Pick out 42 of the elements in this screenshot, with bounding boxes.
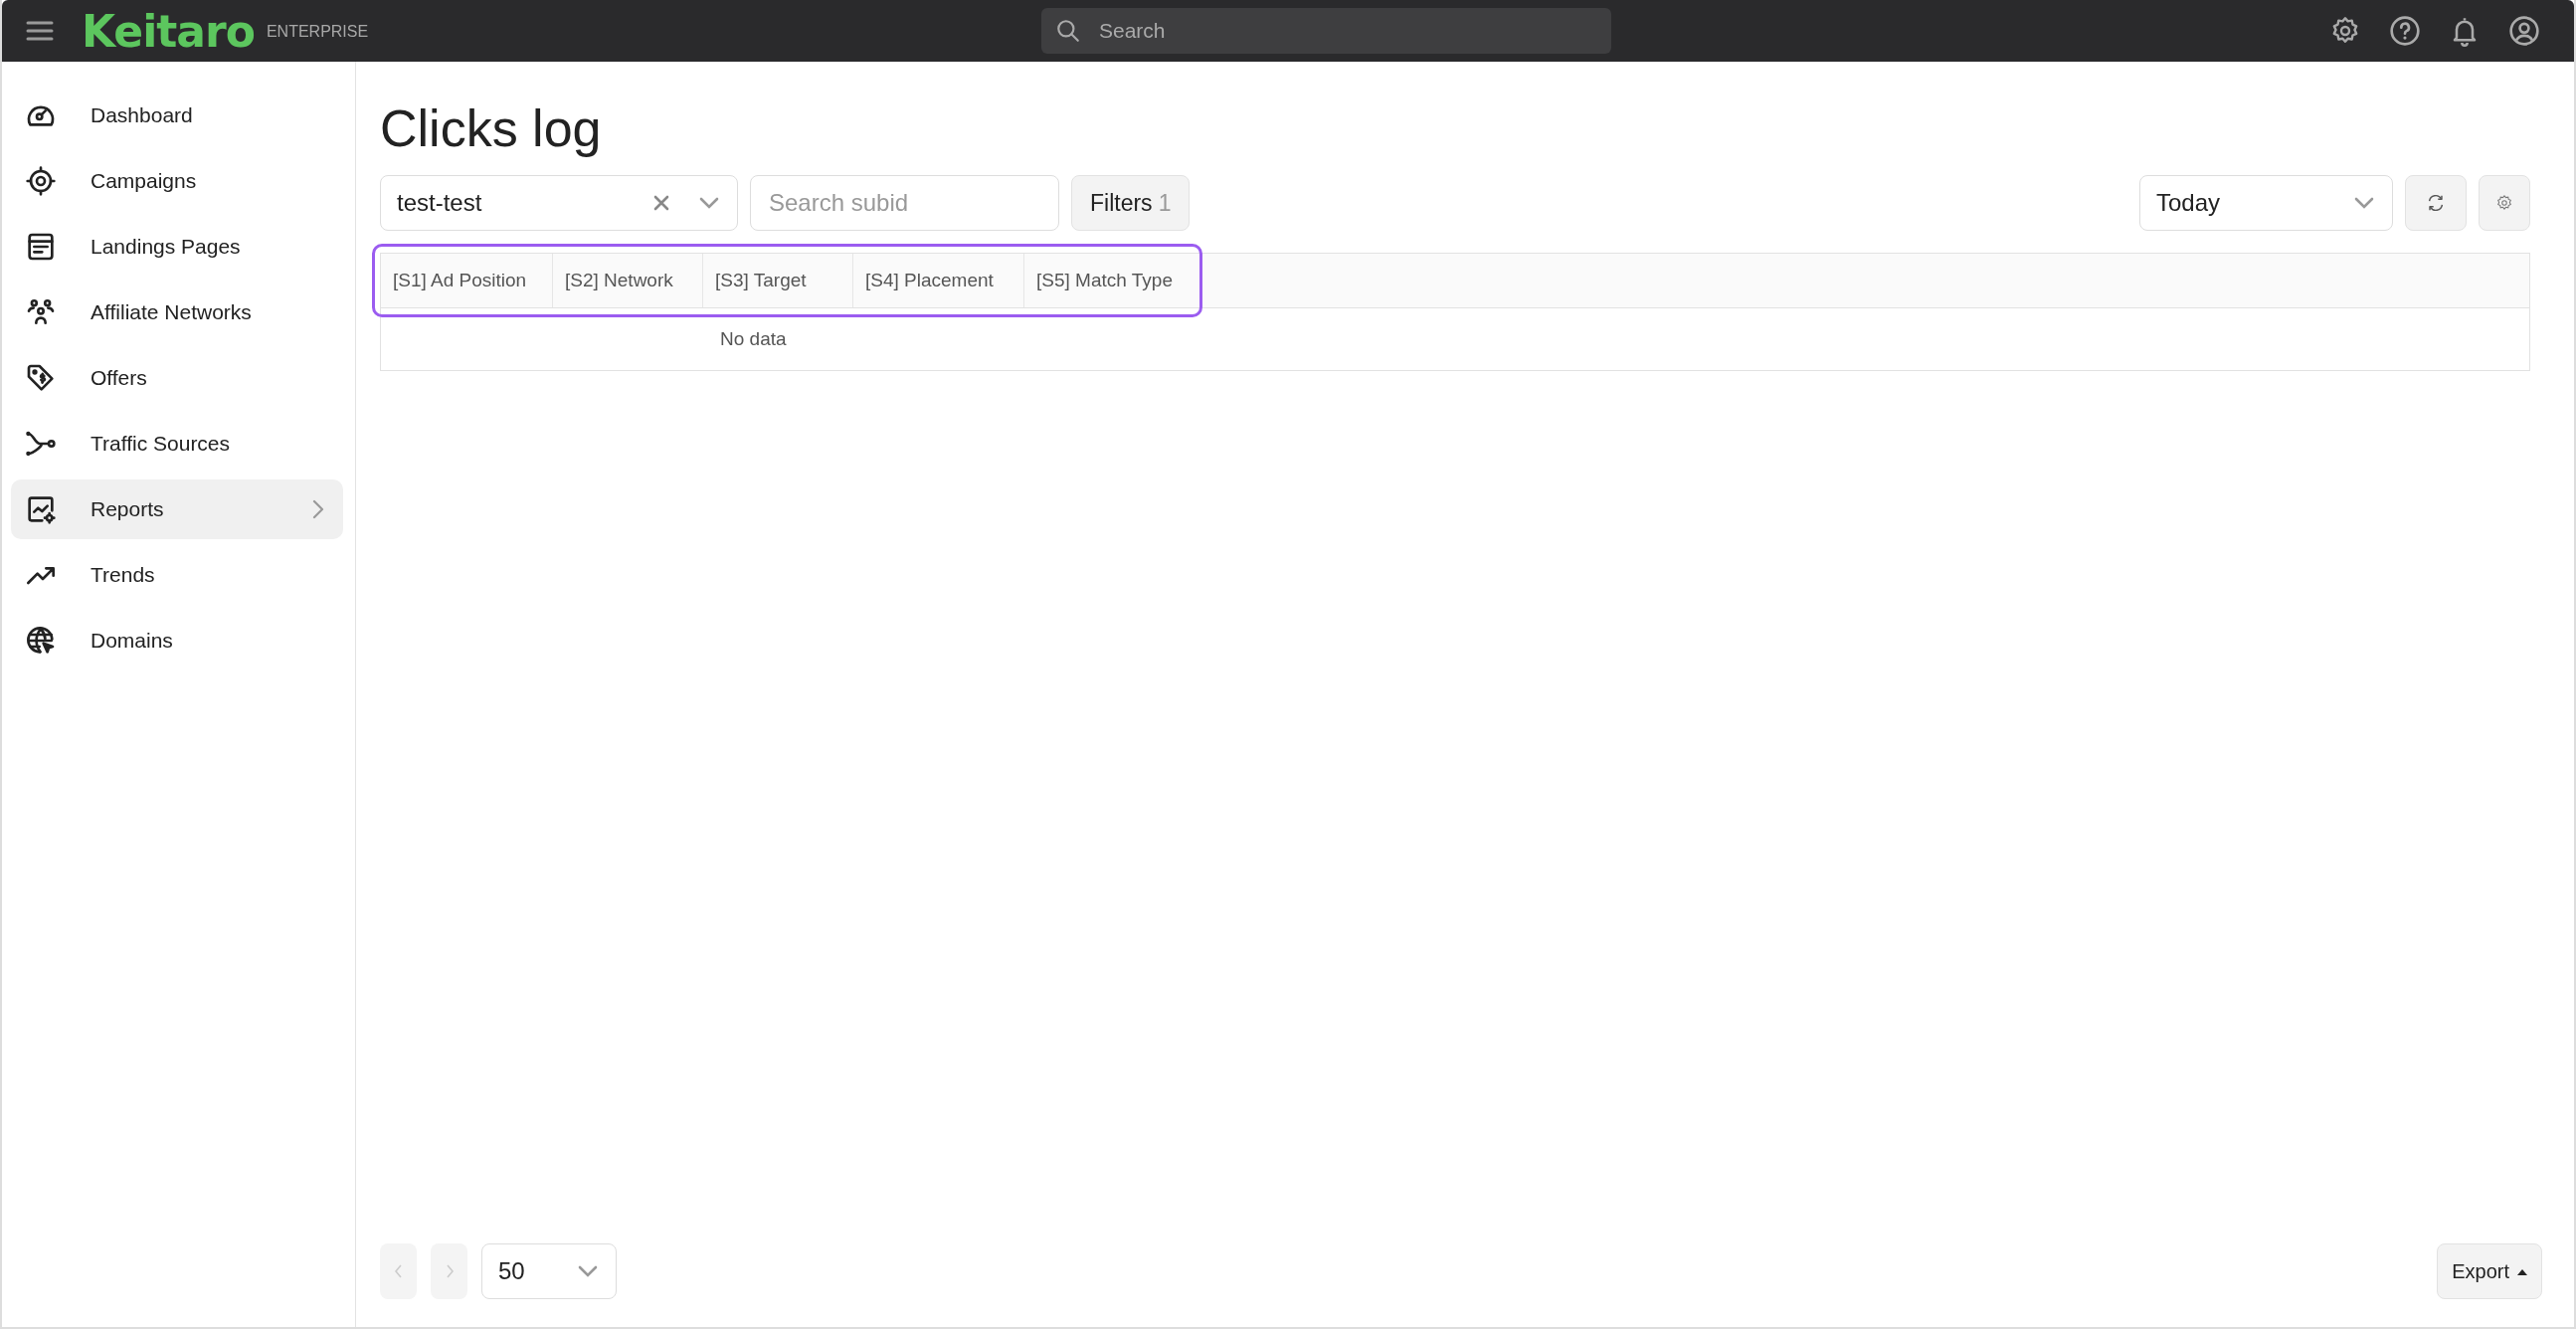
- chevron-right-icon: [444, 1263, 455, 1279]
- caret-up-icon: [2517, 1267, 2527, 1275]
- search-field[interactable]: Search: [1041, 8, 1611, 54]
- sidebar-item[interactable]: Landings Pages: [11, 217, 343, 277]
- chart-gear-icon: [25, 493, 57, 525]
- logo[interactable]: Keitaro: [82, 5, 255, 57]
- export-button[interactable]: Export: [2437, 1243, 2542, 1299]
- caret-icon: [578, 1265, 598, 1277]
- subid-search-field[interactable]: Search subid: [750, 175, 1059, 232]
- globe-cursor-icon: [25, 625, 57, 657]
- gear-icon: [2495, 194, 2513, 213]
- filters-button[interactable]: Filters 1: [1071, 175, 1191, 232]
- sidebar-item[interactable]: Traffic Sources: [11, 414, 343, 474]
- target-icon: [25, 165, 57, 197]
- column-header[interactable]: [S5] Match Type: [1024, 254, 1191, 308]
- period-select[interactable]: Today: [2139, 175, 2393, 232]
- column-header[interactable]: [S3] Target: [703, 254, 853, 308]
- price-tag-icon: [25, 362, 57, 394]
- sidebar-item[interactable]: Trends: [11, 545, 343, 605]
- sidebar-item[interactable]: Reports: [11, 479, 343, 539]
- user-icon[interactable]: [2508, 15, 2540, 47]
- help-icon[interactable]: [2389, 15, 2421, 47]
- clear-icon[interactable]: [653, 195, 669, 212]
- chevron-left-icon: [393, 1263, 404, 1279]
- sidebar-item[interactable]: Domains: [11, 611, 343, 670]
- document-icon: [25, 231, 57, 263]
- column-header[interactable]: [S2] Network: [553, 254, 703, 308]
- sidebar-item[interactable]: Campaigns: [11, 151, 343, 211]
- column-header[interactable]: [S1] Ad Position: [381, 254, 553, 308]
- column-header[interactable]: [S4] Placement: [853, 254, 1024, 308]
- caret-icon: [2354, 197, 2374, 210]
- empty-message: No data: [720, 328, 787, 351]
- caret-icon: [699, 197, 719, 210]
- sidebar-item[interactable]: Affiliate Networks: [11, 283, 343, 342]
- sidebar-item[interactable]: Dashboard: [11, 86, 343, 145]
- sidebar-item[interactable]: Offers: [11, 348, 343, 408]
- page-size-select[interactable]: 50: [481, 1243, 617, 1299]
- campaign-select[interactable]: test-test: [380, 175, 738, 232]
- menu-icon[interactable]: [26, 20, 54, 42]
- page-title: Clicks log: [380, 98, 603, 159]
- edition-label: ENTERPRISE: [266, 23, 369, 41]
- search-icon: [1055, 18, 1081, 44]
